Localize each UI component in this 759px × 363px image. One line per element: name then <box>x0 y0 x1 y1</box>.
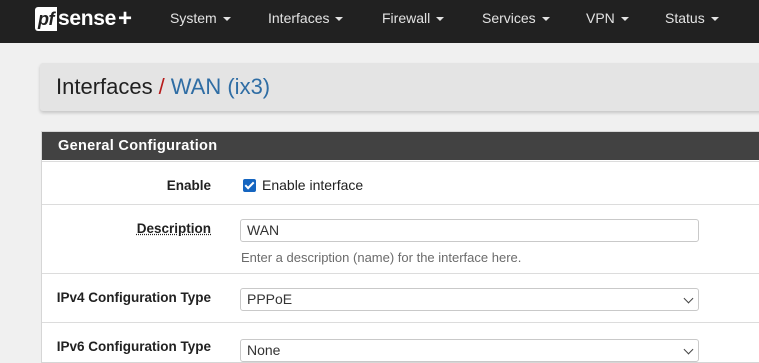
enable-label: Enable <box>166 178 211 193</box>
ipv6-type-label: IPv6 Configuration Type <box>56 339 211 354</box>
nav-status-label: Status <box>665 10 705 26</box>
nav-system-menu[interactable]: System <box>170 0 231 36</box>
nav-firewall-menu[interactable]: Firewall <box>382 0 445 36</box>
nav-firewall-label: Firewall <box>382 10 431 26</box>
ipv6-type-select[interactable]: None <box>240 339 699 362</box>
ipv4-type-value: PPPoE <box>247 291 293 307</box>
caret-down-icon <box>541 17 550 22</box>
enable-row <box>42 161 759 205</box>
enable-interface-label[interactable]: Enable interface <box>262 177 363 193</box>
panel-title: General Configuration <box>42 132 759 160</box>
nav-vpn-label: VPN <box>586 10 615 26</box>
nav-vpn-menu[interactable]: VPN <box>586 0 629 36</box>
logo-plus: + <box>118 5 133 32</box>
caret-down-icon <box>335 17 344 22</box>
nav-interfaces-label: Interfaces <box>268 10 330 26</box>
enable-interface-checkbox[interactable] <box>243 179 256 192</box>
nav-system-label: System <box>170 10 217 26</box>
ipv4-type-label: IPv4 Configuration Type <box>56 290 211 305</box>
breadcrumb-bar: Interfaces / WAN (ix3) <box>40 63 759 111</box>
caret-down-icon <box>710 17 719 22</box>
description-input[interactable]: WAN <box>240 219 699 242</box>
pfsense-logo[interactable]: pf sense + <box>35 5 132 33</box>
logo-sense: sense <box>58 7 117 30</box>
breadcrumb-section[interactable]: Interfaces <box>56 74 153 99</box>
nav-services-label: Services <box>482 10 536 26</box>
description-value: WAN <box>247 222 280 238</box>
breadcrumb-separator: / <box>158 74 165 99</box>
nav-services-menu[interactable]: Services <box>482 0 550 36</box>
chevron-down-icon <box>683 293 694 304</box>
description-label: Description <box>136 221 211 236</box>
logo-pf: pf <box>35 7 57 31</box>
breadcrumb: Interfaces / WAN (ix3) <box>56 74 270 100</box>
caret-down-icon <box>222 17 231 22</box>
general-configuration-panel: General Configuration Enable Enable inte… <box>41 131 759 363</box>
caret-down-icon <box>436 17 445 22</box>
ipv4-type-select[interactable]: PPPoE <box>240 288 699 311</box>
chevron-down-icon <box>683 344 694 355</box>
top-navbar: pf sense + System Interfaces Firewall Se… <box>0 0 759 43</box>
description-help-text: Enter a description (name) for the inter… <box>241 250 522 265</box>
ipv6-type-value: None <box>247 342 281 358</box>
nav-interfaces-menu[interactable]: Interfaces <box>268 0 344 36</box>
nav-status-menu[interactable]: Status <box>665 0 719 36</box>
caret-down-icon <box>620 17 629 22</box>
breadcrumb-current[interactable]: WAN (ix3) <box>171 74 270 99</box>
